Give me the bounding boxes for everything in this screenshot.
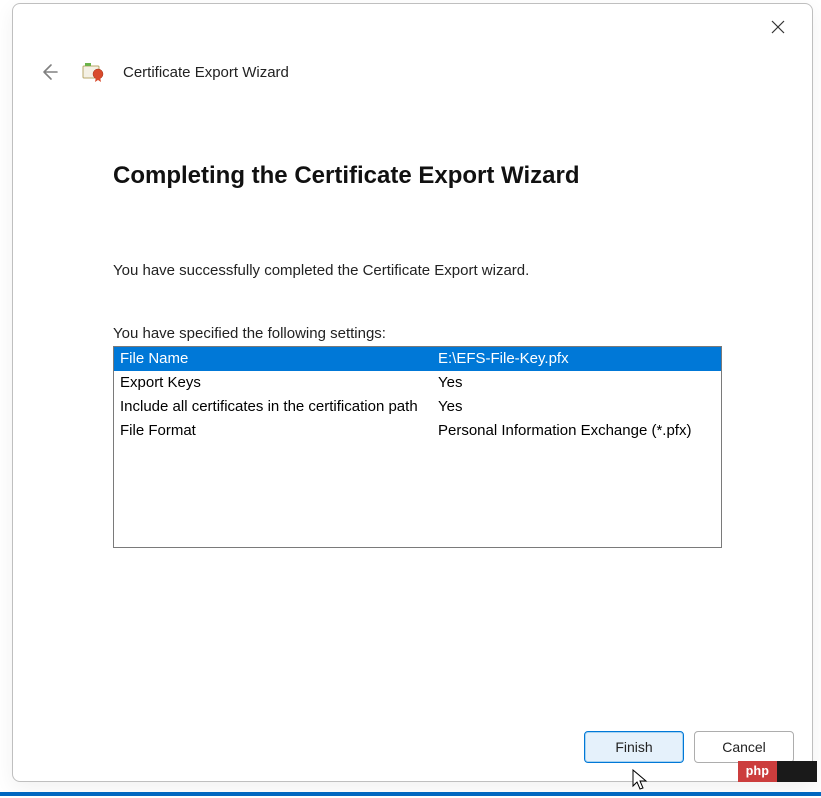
- wizard-footer: Finish Cancel: [584, 731, 794, 763]
- page-heading: Completing the Certificate Export Wizard: [113, 162, 722, 190]
- wizard-header: Certificate Export Wizard: [35, 58, 289, 86]
- setting-key: File Format: [114, 419, 432, 443]
- bottom-strip: [0, 792, 821, 796]
- wizard-content: Completing the Certificate Export Wizard…: [113, 162, 722, 548]
- setting-value: Yes: [432, 371, 721, 395]
- back-button[interactable]: [35, 58, 63, 86]
- table-row[interactable]: Export KeysYes: [114, 371, 721, 395]
- wizard-title: Certificate Export Wizard: [123, 65, 289, 80]
- settings-table: File NameE:\EFS-File-Key.pfxExport KeysY…: [114, 347, 721, 443]
- cancel-button[interactable]: Cancel: [694, 731, 794, 763]
- setting-value: E:\EFS-File-Key.pfx: [432, 347, 721, 371]
- success-message: You have successfully completed the Cert…: [113, 262, 722, 279]
- settings-label: You have specified the following setting…: [113, 325, 722, 342]
- finish-button[interactable]: Finish: [584, 731, 684, 763]
- setting-key: Include all certificates in the certific…: [114, 395, 432, 419]
- watermark-dark: [777, 761, 817, 782]
- settings-listbox[interactable]: File NameE:\EFS-File-Key.pfxExport KeysY…: [113, 346, 722, 548]
- close-icon: [771, 20, 785, 34]
- php-badge: php: [738, 761, 777, 782]
- table-row[interactable]: Include all certificates in the certific…: [114, 395, 721, 419]
- setting-key: Export Keys: [114, 371, 432, 395]
- setting-value: Yes: [432, 395, 721, 419]
- watermark: php: [738, 761, 817, 782]
- setting-key: File Name: [114, 347, 432, 371]
- arrow-left-icon: [39, 62, 59, 82]
- table-row[interactable]: File FormatPersonal Information Exchange…: [114, 419, 721, 443]
- wizard-dialog: Certificate Export Wizard Completing the…: [12, 3, 813, 782]
- certificate-icon: [81, 60, 105, 84]
- setting-value: Personal Information Exchange (*.pfx): [432, 419, 721, 443]
- table-row[interactable]: File NameE:\EFS-File-Key.pfx: [114, 347, 721, 371]
- close-button[interactable]: [758, 12, 798, 42]
